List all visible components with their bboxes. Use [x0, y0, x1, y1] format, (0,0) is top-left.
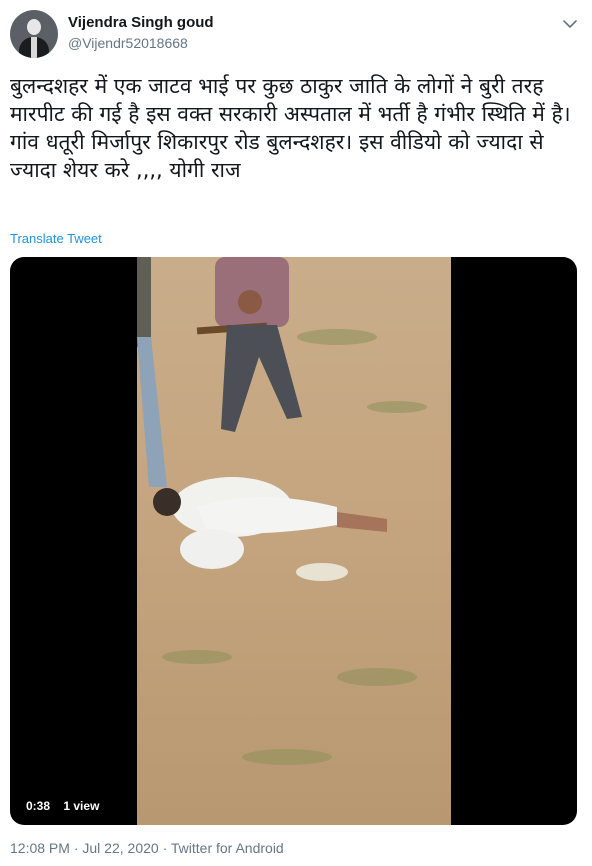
tweet-time[interactable]: 12:08 PM [10, 840, 70, 856]
video-frame [137, 257, 451, 825]
video-stats: 0:38 1 view [26, 799, 109, 813]
author-handle[interactable]: @Vijendr52018668 [68, 35, 188, 51]
tweet-date[interactable]: Jul 22, 2020 [82, 840, 158, 856]
meta-separator: · [73, 840, 79, 856]
tweet-text: बुलन्दशहर में एक जाटव भाई पर कुछ ठाकुर ज… [10, 74, 578, 182]
video-view-count: 1 view [63, 799, 100, 813]
author-display-name[interactable]: Vijendra Singh goud [68, 14, 214, 31]
meta-separator: · [162, 840, 168, 856]
tweet-source-link[interactable]: Twitter for Android [171, 840, 284, 856]
video-duration: 0:38 [26, 799, 51, 813]
translate-tweet-link[interactable]: Translate Tweet [10, 231, 102, 246]
chevron-down-icon[interactable] [558, 12, 582, 36]
avatar[interactable] [10, 10, 58, 58]
video-player[interactable]: 0:38 1 view [10, 257, 577, 825]
tweet-metadata: 12:08 PM · Jul 22, 2020 · Twitter for An… [10, 840, 284, 856]
tweet-header: Vijendra Singh goud @Vijendr52018668 [0, 0, 592, 66]
